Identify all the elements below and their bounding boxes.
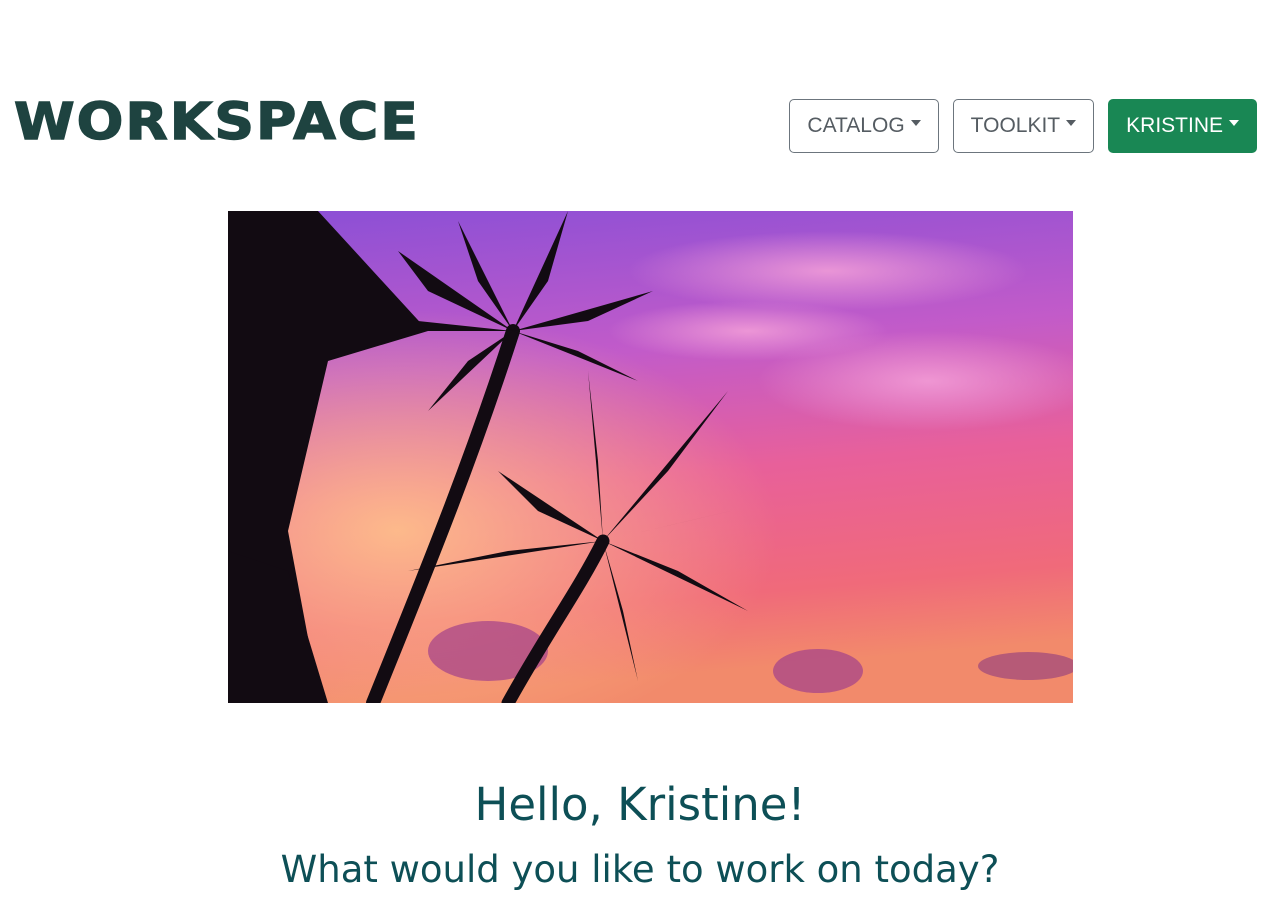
user-label: KRISTINE xyxy=(1126,114,1223,137)
toolkit-label: TOOLKIT xyxy=(970,114,1061,137)
greeting-subtitle: What would you like to work on today? xyxy=(280,848,1000,891)
greeting-title: Hello, Kristine! xyxy=(474,778,806,831)
toolkit-dropdown-button[interactable]: TOOLKIT xyxy=(952,99,1095,153)
palm-trees-sunset-photo xyxy=(228,211,1073,703)
catalog-label: CATALOG xyxy=(807,114,905,137)
header: WORKSPACE CATALOG TOOLKIT KRISTINE xyxy=(0,0,1280,200)
caret-down-icon xyxy=(910,120,921,126)
workspace-logo[interactable]: WORKSPACE xyxy=(13,91,420,151)
hero-image xyxy=(228,211,1073,703)
caret-down-icon xyxy=(1229,120,1239,126)
greeting: Hello, Kristine! What would you like to … xyxy=(0,770,1280,900)
user-menu-button[interactable]: KRISTINE xyxy=(1108,99,1257,153)
caret-down-icon xyxy=(1066,120,1077,126)
top-nav: CATALOG TOOLKIT KRISTINE xyxy=(789,99,1257,153)
catalog-dropdown-button[interactable]: CATALOG xyxy=(789,99,939,153)
